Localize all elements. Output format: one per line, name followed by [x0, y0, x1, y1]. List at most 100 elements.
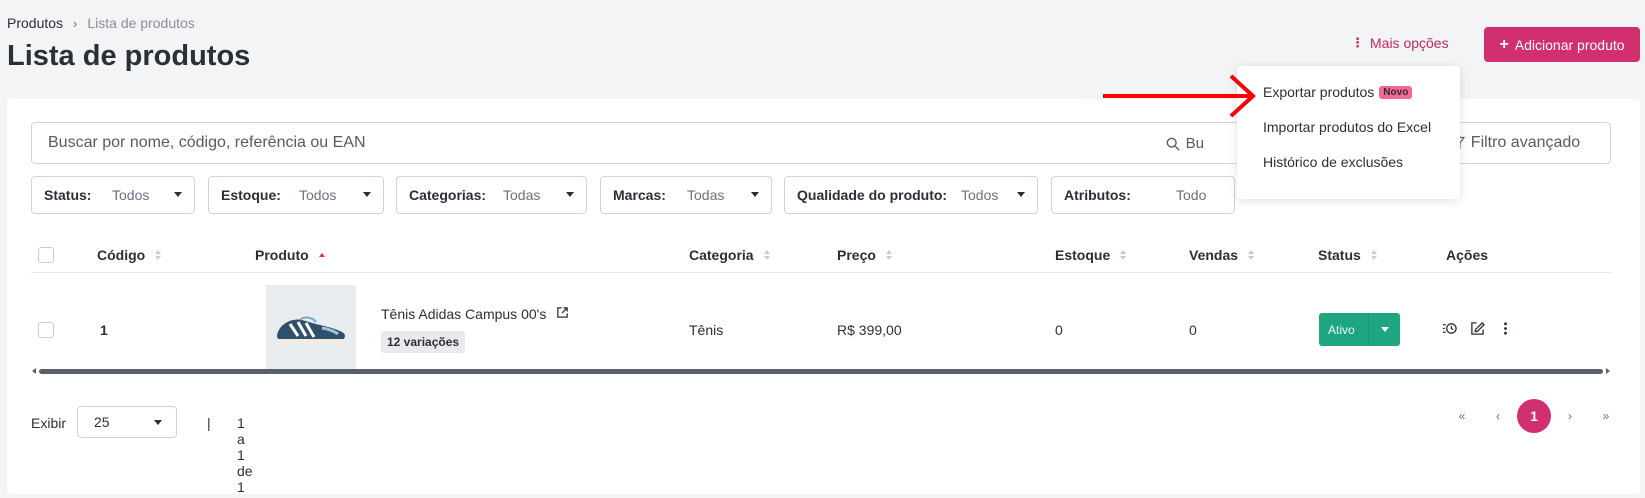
sort-icon: [155, 250, 162, 260]
column-category[interactable]: Categoria: [689, 247, 770, 263]
last-page-button[interactable]: »: [1588, 409, 1624, 423]
horizontal-scrollbar[interactable]: [31, 367, 1611, 375]
search-input[interactable]: [32, 123, 1270, 163]
product-code: 1: [100, 322, 108, 338]
filter-label: Categorias:: [409, 187, 487, 203]
filter-stock[interactable]: Estoque: Todos: [208, 176, 384, 214]
page-title: Lista de produtos: [7, 40, 251, 72]
menu-item-label: Importar produtos do Excel: [1263, 119, 1432, 135]
filter-value: Todos: [112, 187, 150, 203]
filter-value: Todos: [299, 187, 337, 203]
show-label: Exibir: [31, 415, 67, 431]
checkbox-box: [38, 247, 54, 263]
filter-value: Todas: [503, 187, 541, 203]
column-label: Estoque: [1055, 247, 1111, 263]
edit-icon[interactable]: [1468, 319, 1486, 337]
column-stock[interactable]: Estoque: [1055, 247, 1127, 263]
history-icon[interactable]: [1440, 319, 1458, 337]
variations-badge[interactable]: 12 variações: [381, 331, 466, 353]
more-options-button[interactable]: ⋮ Mais opções: [1351, 35, 1449, 51]
product-thumbnail[interactable]: [266, 285, 356, 374]
menu-item-import[interactable]: Importar produtos do Excel: [1263, 119, 1431, 135]
page-size-value: 25: [94, 414, 110, 430]
product-sales: 0: [1189, 322, 1197, 338]
column-label: Código: [97, 247, 146, 263]
column-label: Categoria: [689, 247, 754, 263]
sort-icon: [763, 250, 770, 260]
checkbox-box: [38, 322, 54, 338]
product-name-link[interactable]: Tênis Adidas Campus 00's: [381, 306, 569, 322]
footer-separator: |: [207, 415, 211, 431]
advanced-filter-label: Filtro avançado: [1470, 134, 1581, 151]
add-product-button[interactable]: + Adicionar produto: [1484, 27, 1640, 62]
status-label: Ativo: [1328, 322, 1355, 337]
pagination: « ‹ 1 › »: [1444, 399, 1624, 433]
annotation-arrow: [1103, 74, 1256, 118]
menu-item-export[interactable]: Exportar produtos Novo: [1263, 84, 1413, 100]
new-badge: Novo: [1379, 85, 1413, 99]
filter-label: Marcas:: [613, 187, 666, 203]
filter-value: Todas: [687, 187, 725, 203]
search-button-label: Bu: [1185, 135, 1204, 152]
search-button[interactable]: Bu: [1166, 135, 1204, 152]
scroll-right-icon[interactable]: [1606, 368, 1610, 374]
product-price: R$ 399,00: [837, 322, 902, 338]
product-category: Tênis: [689, 322, 724, 338]
column-label: Produto: [255, 247, 309, 263]
more-options-label: Mais opções: [1370, 35, 1449, 51]
row-checkbox[interactable]: [38, 322, 54, 338]
sort-icon: [1248, 250, 1255, 260]
breadcrumb: Produtos › Lista de produtos: [7, 15, 195, 31]
filter-brands[interactable]: Marcas: Todas: [600, 176, 772, 214]
breadcrumb-current: Lista de produtos: [87, 15, 195, 31]
page-size-select[interactable]: 25: [77, 406, 177, 438]
menu-item-label: Histórico de exclusões: [1263, 154, 1404, 170]
sort-asc-icon: [318, 253, 325, 257]
scroll-left-icon[interactable]: [32, 368, 36, 374]
column-label: Status: [1318, 247, 1361, 263]
column-label: Preço: [837, 247, 876, 263]
filter-label: Status:: [44, 187, 92, 203]
sort-icon: [885, 250, 892, 260]
next-page-button[interactable]: ›: [1552, 409, 1588, 423]
more-vertical-icon[interactable]: [1496, 319, 1514, 337]
filter-label: Qualidade do produto:: [797, 187, 948, 203]
filter-attributes[interactable]: Atributos: Todo: [1051, 176, 1235, 214]
menu-item-label: Exportar produtos: [1263, 84, 1375, 100]
dots-vertical-icon: ⋮: [1351, 35, 1364, 50]
chevron-down-icon: [1017, 192, 1025, 197]
chevron-down-icon: [154, 420, 162, 425]
column-sales[interactable]: Vendas: [1189, 247, 1255, 263]
select-all-checkbox[interactable]: [38, 247, 54, 263]
column-code[interactable]: Código: [97, 247, 162, 263]
more-options-menu: Exportar produtos Novo Importar produtos…: [1237, 66, 1460, 199]
breadcrumb-produtos[interactable]: Produtos: [7, 15, 63, 31]
column-label: Vendas: [1189, 247, 1239, 263]
chevron-down-icon: [174, 192, 182, 197]
chevron-down-icon: [363, 192, 371, 197]
product-name: Tênis Adidas Campus 00's: [381, 306, 547, 322]
current-page-button[interactable]: 1: [1517, 399, 1551, 433]
column-status[interactable]: Status: [1318, 247, 1377, 263]
column-actions: Ações: [1446, 247, 1488, 263]
menu-item-deletion-history[interactable]: Histórico de exclusões: [1263, 154, 1403, 170]
prev-page-button[interactable]: ‹: [1480, 409, 1516, 423]
column-price[interactable]: Preço: [837, 247, 892, 263]
scrollbar-thumb[interactable]: [39, 369, 1603, 374]
status-dropdown[interactable]: Ativo: [1319, 313, 1400, 346]
search-box: Bu: [31, 122, 1271, 164]
external-link-icon[interactable]: [556, 306, 569, 322]
first-page-button[interactable]: «: [1444, 409, 1480, 423]
filter-value: Todos: [961, 187, 999, 203]
filter-categories[interactable]: Categorias: Todas: [396, 176, 587, 214]
table-row: 1 Tênis Adidas Campus 00's 12 variações …: [31, 275, 1611, 374]
add-product-label: Adicionar produto: [1514, 36, 1625, 53]
chevron-down-icon: [751, 192, 759, 197]
breadcrumb-separator: ›: [73, 15, 78, 31]
search-icon: [1166, 137, 1180, 151]
column-label: Ações: [1446, 247, 1489, 263]
chevron-down-icon: [566, 192, 574, 197]
filter-quality[interactable]: Qualidade do produto: Todos: [784, 176, 1038, 214]
column-product[interactable]: Produto: [255, 247, 325, 263]
filter-status[interactable]: Status: Todos: [31, 176, 195, 214]
